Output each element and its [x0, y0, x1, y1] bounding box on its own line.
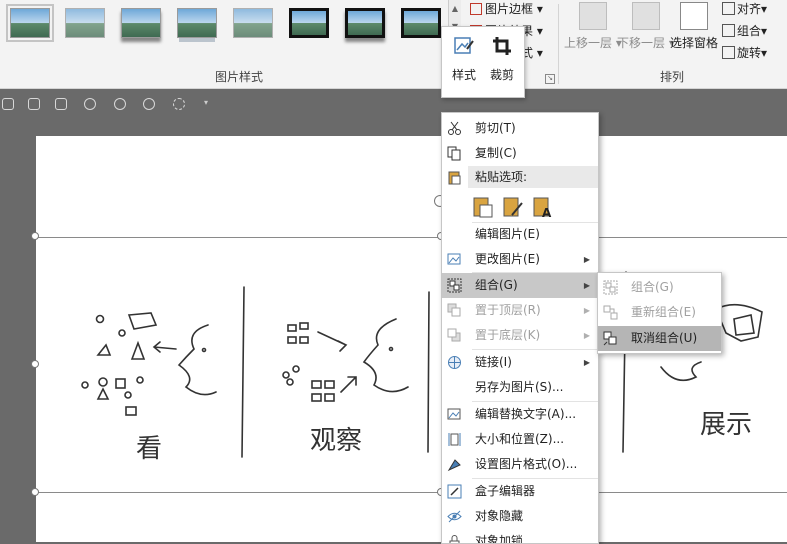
menu-item-box-editor[interactable]: 盒子编辑器 — [442, 479, 598, 504]
picture-style-thumb[interactable] — [233, 8, 273, 38]
menu-item-link[interactable]: 链接(I) ▶ — [442, 350, 598, 375]
arrange-group-label: 排列 — [660, 70, 685, 84]
align-button[interactable]: 对齐▾ — [722, 0, 767, 17]
oval-shape-icon[interactable] — [114, 98, 126, 110]
submenu-arrow-icon: ▶ — [583, 281, 590, 290]
mini-toolbar: 样式 裁剪 — [441, 26, 525, 98]
picture-style-thumb[interactable] — [345, 8, 385, 38]
submenu-item-ungroup[interactable]: 取消组合(U) — [598, 326, 721, 351]
style-icon — [454, 37, 474, 54]
lock-icon — [449, 535, 460, 543]
picture-styles-gallery — [0, 0, 448, 54]
scissors-icon — [448, 121, 461, 135]
menu-item-bring-to-front[interactable]: 置于顶层(R) ▶ — [442, 298, 598, 323]
change-picture-icon — [447, 253, 461, 265]
paste-picture-icon[interactable] — [502, 195, 524, 219]
submenu-item-regroup[interactable]: 重新组合(E) — [598, 300, 721, 325]
menu-item-send-to-back[interactable]: 置于底层(K) ▶ — [442, 323, 598, 348]
merge-shape-icon[interactable] — [143, 98, 155, 110]
menu-item-group[interactable]: 组合(G) ▶ — [442, 273, 598, 298]
picture-styles-group-label: 图片样式 — [215, 70, 264, 84]
menu-item-size-position[interactable]: 大小和位置(Z)... — [442, 427, 598, 452]
link-icon — [448, 356, 461, 369]
send-backward-button[interactable]: 下移一层 ▾ — [617, 2, 675, 51]
bring-to-front-icon — [447, 303, 461, 317]
submenu-item-group[interactable]: 组合(G) — [598, 275, 721, 300]
sketch-label-observe: 观察 — [310, 426, 363, 456]
group-icon — [447, 278, 462, 293]
align-left-icon[interactable] — [2, 98, 14, 110]
group-button[interactable]: 组合▾ — [722, 22, 767, 39]
svg-text:A: A — [542, 206, 552, 219]
style-button[interactable]: 样式 — [446, 31, 482, 83]
box-editor-icon — [447, 484, 462, 499]
align-center-icon[interactable] — [28, 98, 40, 110]
sketch-label-see: 看 — [136, 434, 163, 464]
paste-keep-formatting-icon[interactable] — [472, 195, 494, 219]
clipboard-icon — [448, 171, 461, 185]
menu-item-save-as-picture[interactable]: 另存为图片(S)... — [442, 375, 598, 400]
size-position-icon — [448, 433, 461, 446]
more-dropdown-icon[interactable]: ▾ — [204, 98, 208, 107]
picture-style-thumb[interactable] — [65, 8, 105, 38]
send-backward-icon — [631, 2, 660, 30]
menu-item-hide-object[interactable]: 对象隐藏 — [442, 504, 598, 529]
ribbon: ▲▼▾ 图片边框 ▾ 图片效果 ▾ 图片版式 ▾ 图片样式 ↘ 上移一层 ▾ 下… — [0, 0, 787, 89]
bring-forward-button[interactable]: 上移一层 ▾ — [564, 2, 622, 51]
picture-border-button[interactable]: 图片边框 ▾ — [470, 0, 543, 17]
dashed-circle-icon[interactable] — [173, 98, 185, 110]
sketch-label-show: 展示 — [700, 410, 753, 440]
submenu-arrow-icon: ▶ — [583, 331, 590, 340]
picture-style-thumb[interactable] — [401, 8, 441, 38]
submenu-arrow-icon: ▶ — [583, 358, 590, 367]
group-icon — [722, 24, 735, 37]
circle-shape-icon[interactable] — [84, 98, 96, 110]
menu-item-cut[interactable]: 剪切(T) — [442, 116, 598, 141]
selection-pane-button[interactable]: 选择窗格 — [670, 2, 718, 51]
submenu-arrow-icon: ▶ — [583, 255, 590, 264]
selection-pane-icon — [680, 2, 708, 30]
submenu-arrow-icon: ▶ — [583, 306, 590, 315]
paste-text-only-icon[interactable]: A — [532, 195, 554, 219]
node-edit-icon[interactable] — [55, 98, 67, 110]
crop-icon — [493, 37, 511, 55]
format-picture-icon — [447, 459, 461, 472]
dialog-launcher-icon[interactable]: ↘ — [545, 74, 555, 84]
rotate-icon — [722, 46, 735, 59]
align-icon — [722, 2, 735, 15]
send-to-back-icon — [447, 328, 461, 342]
eye-hide-icon — [447, 510, 462, 523]
picture-style-thumb[interactable] — [289, 8, 329, 38]
menu-item-edit-picture[interactable]: 编辑图片(E) — [442, 222, 598, 247]
menu-item-change-picture[interactable]: 更改图片(E) ▶ — [442, 247, 598, 272]
picture-style-thumb[interactable] — [121, 8, 161, 38]
context-menu: 剪切(T) 复制(C) 粘贴选项: A 编辑图片(E) 更改图片(E) ▶ 组合… — [441, 112, 599, 544]
quick-shape-toolbar: ▾ — [0, 96, 240, 116]
bring-forward-icon — [578, 2, 607, 30]
copy-icon — [447, 146, 461, 161]
ungroup-icon — [603, 331, 617, 346]
regroup-icon — [603, 305, 618, 320]
rotate-button[interactable]: 旋转▾ — [722, 44, 767, 61]
menu-item-format-picture[interactable]: 设置图片格式(O)... — [442, 452, 598, 477]
picture-border-icon — [470, 3, 482, 15]
menu-item-paste-options: 粘贴选项: — [442, 165, 598, 190]
menu-item-alt-text[interactable]: 编辑替换文字(A)... — [442, 402, 598, 427]
crop-button[interactable]: 裁剪 — [484, 31, 520, 83]
group-submenu: 组合(G) 重新组合(E) 取消组合(U) — [597, 272, 722, 354]
picture-style-thumb[interactable] — [6, 4, 54, 42]
alt-text-icon — [447, 408, 461, 420]
menu-item-copy[interactable]: 复制(C) — [442, 141, 598, 166]
group-icon — [603, 280, 618, 295]
picture-style-thumb[interactable] — [177, 8, 217, 38]
